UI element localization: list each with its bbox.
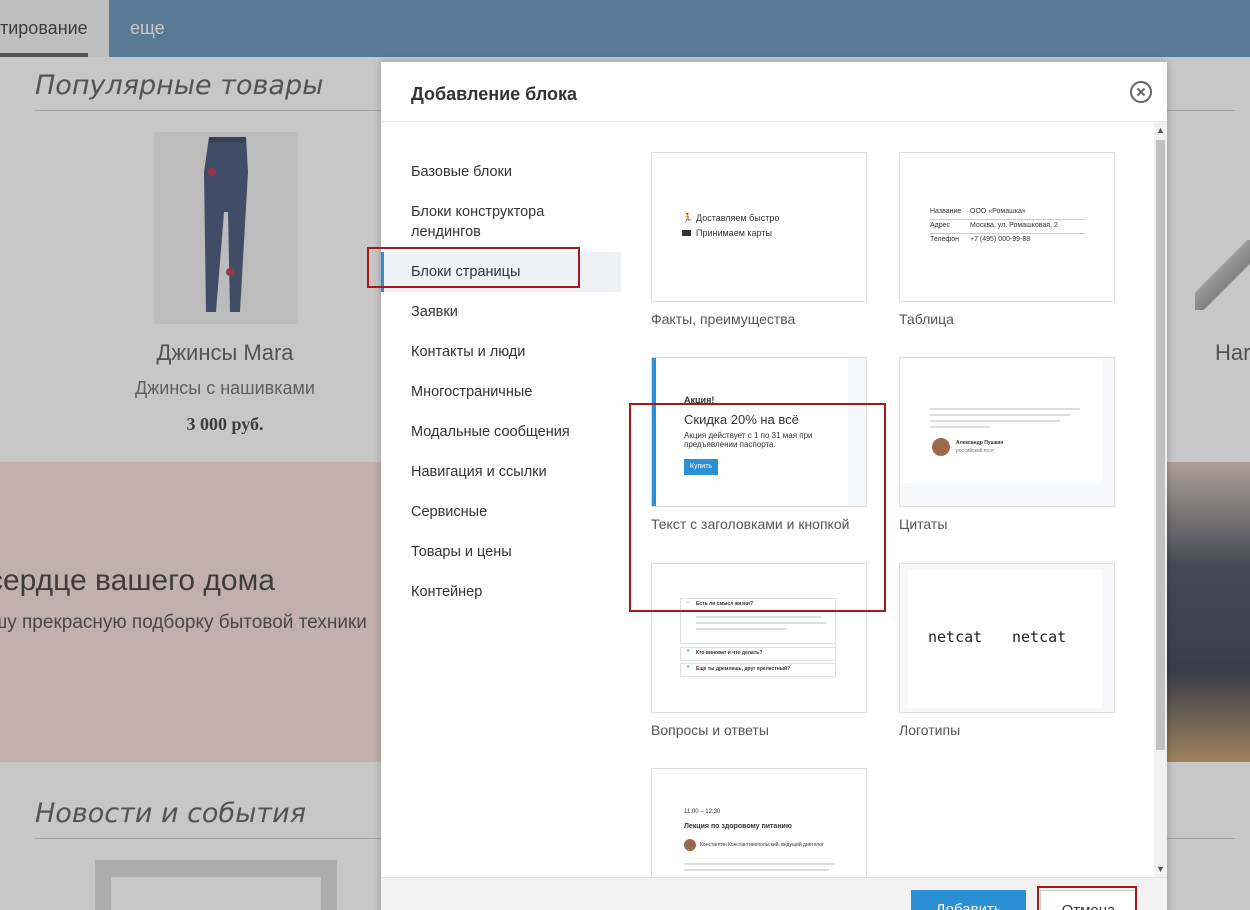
highlight-box-cancel (1037, 886, 1137, 910)
preview-time: 11:00 – 12:30 (684, 809, 721, 815)
category-multipage[interactable]: Многостраничные (381, 372, 621, 412)
avatar (932, 438, 950, 456)
block-label: Вопросы и ответы (651, 722, 769, 738)
category-requests[interactable]: Заявки (381, 292, 621, 332)
category-container[interactable]: Контейнер (381, 572, 621, 612)
category-list: Базовые блоки Блоки конструктора лендинг… (381, 152, 621, 612)
preview-text: Адрес (930, 222, 951, 229)
block-label: Факты, преимущества (651, 311, 796, 327)
block-preview: Название ООО «Ромашка» Адрес Москва, ул.… (899, 152, 1115, 302)
logo-netcat: netcat (928, 628, 983, 646)
plus-icon: + (686, 664, 691, 671)
preview-role: российский поэт (956, 448, 995, 454)
preview-question: Кто виноват и что делать? (696, 650, 763, 656)
category-modal-messages[interactable]: Модальные сообщения (381, 412, 621, 452)
preview-title: Лекция по здоровому питанию (684, 823, 792, 830)
answer-line (696, 628, 786, 630)
block-preview: 🏃 Доставляем быстро Принимаем карты (651, 152, 867, 302)
add-button[interactable]: Добавить (911, 890, 1026, 910)
block-card-facts[interactable]: 🏃 Доставляем быстро Принимаем карты Факт… (651, 152, 867, 327)
event-line (684, 863, 834, 865)
plus-icon: + (686, 648, 691, 655)
scroll-down-icon[interactable]: ▼ (1154, 861, 1167, 877)
add-block-dialog: Добавление блока Базовые блоки Блоки кон… (367, 62, 1167, 910)
scroll-thumb[interactable] (1156, 140, 1165, 750)
close-icon[interactable] (1130, 81, 1152, 103)
quote-line (930, 414, 1070, 416)
block-label: Цитаты (899, 516, 948, 532)
event-line (684, 869, 829, 871)
block-card-event[interactable]: 11:00 – 12:30 Лекция по здоровому питани… (651, 768, 867, 877)
preview-question: Еще ты дремлешь, друг прелестный? (696, 666, 791, 672)
block-label: Логотипы (899, 722, 961, 738)
category-service[interactable]: Сервисные (381, 492, 621, 532)
block-label: Таблица (899, 311, 954, 327)
quote-line (930, 408, 1080, 410)
highlight-box-category (367, 247, 580, 288)
dialog-title: Добавление блока (411, 84, 578, 104)
logo-netcat: netcat (1012, 628, 1067, 646)
answer-line (696, 622, 826, 624)
block-preview: 11:00 – 12:30 Лекция по здоровому питани… (651, 768, 867, 877)
preview-speaker: Константин Константинопольский, ведущий … (700, 842, 824, 848)
highlight-box-card (629, 403, 886, 612)
quote-line (930, 420, 1060, 422)
block-preview: Александр Пушкин российский поэт (899, 357, 1115, 507)
runner-icon: 🏃 (682, 213, 694, 223)
block-card-quotes[interactable]: Александр Пушкин российский поэт Цитаты (899, 357, 1115, 532)
block-card-logos[interactable]: netcat netcat Логотипы (899, 563, 1115, 738)
preview-text: Телефон (930, 236, 960, 243)
avatar (684, 839, 696, 851)
block-grid: 🏃 Доставляем быстро Принимаем карты Факт… (621, 122, 1154, 877)
block-preview: netcat netcat (899, 563, 1115, 713)
preview-text: Доставляем быстро (696, 213, 780, 223)
block-card-table[interactable]: Название ООО «Ромашка» Адрес Москва, ул.… (899, 152, 1115, 327)
card-icon (682, 230, 691, 236)
preview-text: Москва, ул. Ромашковая, 2 (970, 222, 1058, 229)
category-products[interactable]: Товары и цены (381, 532, 621, 572)
row-divider (930, 219, 1085, 220)
category-landing[interactable]: Блоки конструктора лендингов (381, 192, 621, 252)
answer-line (696, 616, 821, 618)
dialog-header: Добавление блока (381, 62, 1167, 122)
scroll-up-icon[interactable]: ▲ (1154, 122, 1167, 138)
preview-text: Принимаем карты (696, 228, 772, 238)
category-contacts[interactable]: Контакты и люди (381, 332, 621, 372)
grid-scrollbar[interactable]: ▲ ▼ (1154, 122, 1167, 877)
preview-text: Название (930, 208, 962, 215)
category-basic[interactable]: Базовые блоки (381, 152, 621, 192)
dialog-footer: Добавить Отмена (381, 877, 1167, 910)
category-navigation[interactable]: Навигация и ссылки (381, 452, 621, 492)
preview-text: ООО «Ромашка» (970, 208, 1026, 215)
preview-author: Александр Пушкин (956, 440, 1004, 446)
quote-line (930, 426, 990, 428)
preview-text: +7 (495) 000-99-88 (970, 236, 1031, 243)
row-divider (930, 233, 1085, 234)
